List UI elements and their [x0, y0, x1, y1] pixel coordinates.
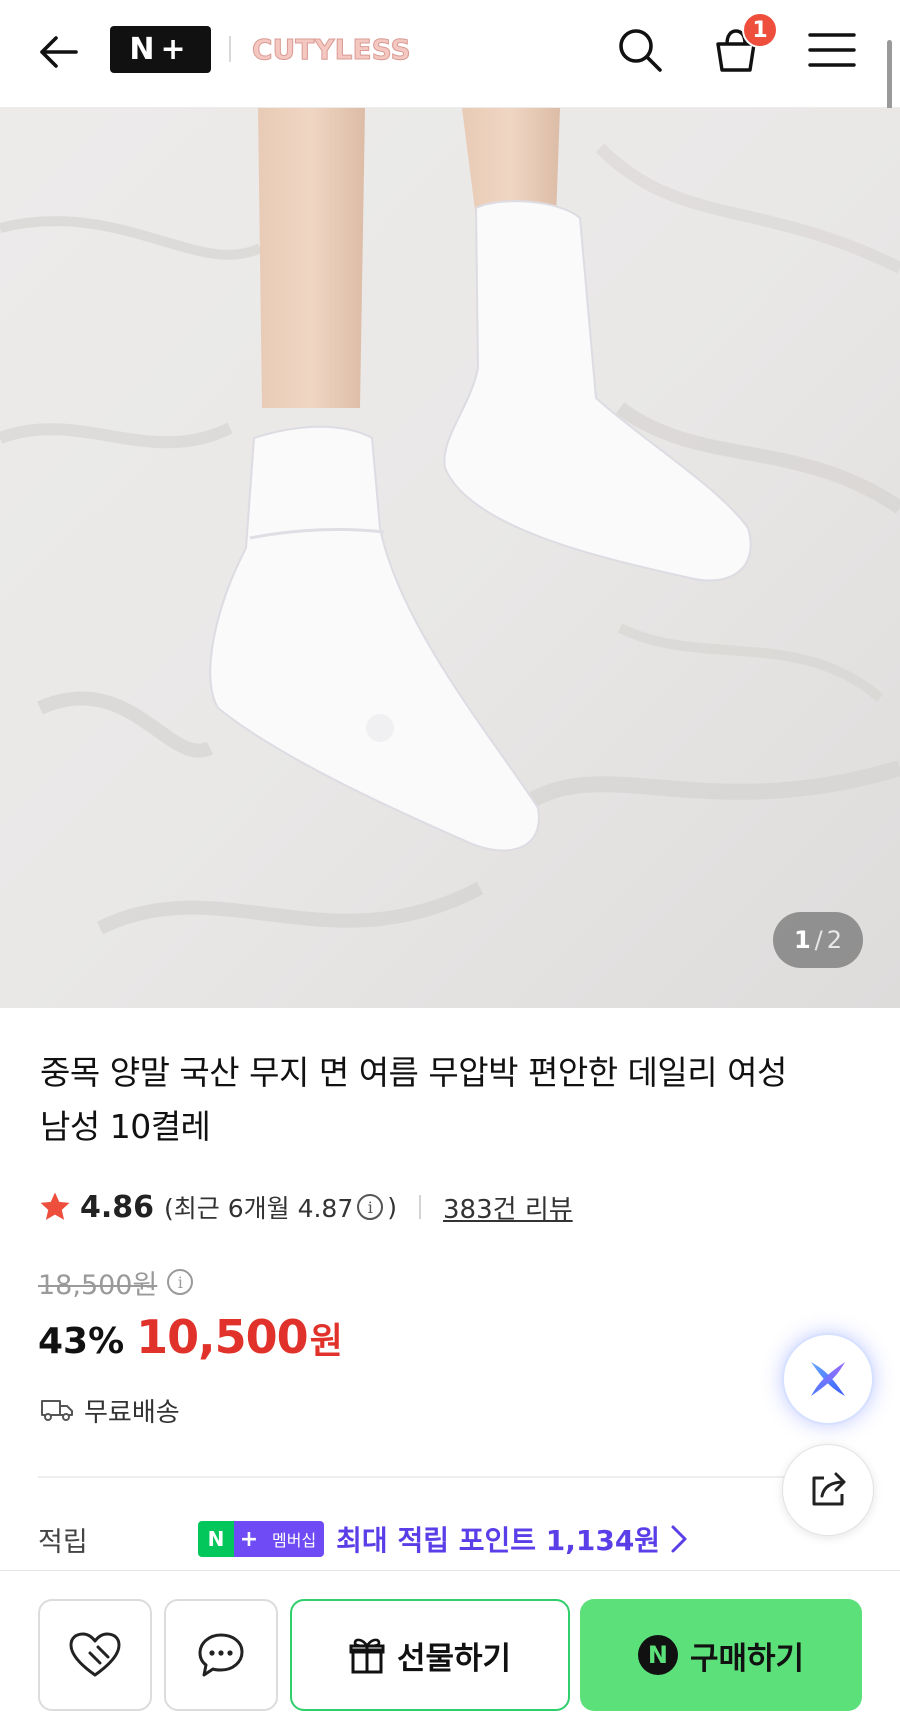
header-divider: [229, 36, 231, 62]
search-button[interactable]: [612, 22, 668, 78]
back-button[interactable]: [32, 26, 84, 78]
store-brand-logo[interactable]: CUTYLESS: [252, 30, 412, 70]
sale-price-row: 43% 10,500 원: [38, 1310, 343, 1370]
talk-talk-button[interactable]: [164, 1599, 278, 1711]
cart-count-badge: 1: [742, 12, 778, 48]
product-photo-illustration: [0, 108, 900, 1008]
image-page-counter: 1 / 2: [773, 912, 863, 968]
buy-button-label: 구매하기: [689, 1640, 805, 1677]
original-price-row: 18,500원 i: [38, 1262, 197, 1302]
wishlist-button[interactable]: [38, 1599, 152, 1711]
membership-badge-n: N: [198, 1521, 234, 1557]
bottom-action-bar: 선물하기 N 구매하기: [0, 1570, 900, 1724]
points-row[interactable]: 적립 N + 멤버십 최대 적립 포인트 1,134원: [38, 1518, 688, 1560]
rating-row: 4.86 (최근 6개월 4.87 i ) 383건 리뷰: [38, 1185, 573, 1229]
rating-separator: [419, 1195, 422, 1219]
membership-badge: N + 멤버십: [198, 1521, 325, 1557]
share-icon: [812, 1472, 846, 1506]
hamburger-menu-icon: [808, 33, 856, 67]
original-price: 18,500원: [38, 1269, 158, 1301]
counter-current: 1: [793, 926, 811, 954]
info-icon[interactable]: i: [357, 1194, 384, 1220]
share-button[interactable]: [782, 1444, 874, 1536]
rating-score: 4.86: [80, 1189, 155, 1225]
shipping-row: 무료배송: [40, 1390, 180, 1430]
arrow-left-icon: [40, 36, 78, 68]
counter-separator: /: [814, 926, 823, 954]
product-image[interactable]: [0, 108, 900, 1008]
naver-pay-icon: N: [637, 1635, 678, 1675]
naver-plus-logo[interactable]: N+: [110, 26, 211, 73]
truck-icon: [40, 1397, 74, 1423]
max-points-text: 최대 적립 포인트 1,134원: [336, 1524, 661, 1557]
product-title: 중목 양말 국산 무지 면 여름 무압박 편안한 데일리 여성 남성 10켤레: [40, 1053, 787, 1146]
membership-badge-text: 멤버십: [264, 1521, 325, 1557]
section-divider: [38, 1476, 862, 1478]
sale-price: 10,500: [136, 1310, 309, 1364]
recent-rating-text: (최근 6개월 4.87: [164, 1194, 354, 1223]
gift-button[interactable]: 선물하기: [290, 1599, 570, 1711]
gift-icon: [349, 1636, 385, 1674]
menu-button[interactable]: [804, 22, 860, 78]
heart-icon: [69, 1632, 121, 1677]
recent-rating-close: ): [387, 1192, 398, 1222]
gift-button-label: 선물하기: [396, 1640, 512, 1677]
chat-bubble-icon: [198, 1633, 244, 1677]
review-count-link[interactable]: 383건 리뷰: [443, 1189, 573, 1226]
top-header: N+ CUTYLESS 1: [0, 0, 900, 190]
search-icon: [619, 29, 662, 72]
ai-sparkle-icon: [811, 1362, 845, 1396]
discount-rate: 43%: [38, 1321, 125, 1362]
counter-total: 2: [826, 926, 843, 954]
star-icon: [40, 1192, 70, 1220]
free-shipping-label: 무료배송: [84, 1397, 180, 1428]
buy-button[interactable]: N 구매하기: [580, 1599, 862, 1711]
chevron-right-icon: [670, 1524, 688, 1554]
price-info-icon[interactable]: i: [167, 1269, 194, 1295]
membership-badge-plus: +: [234, 1521, 264, 1557]
currency-unit: 원: [309, 1321, 343, 1362]
naver-n-logo: N: [637, 1635, 678, 1675]
points-label: 적립: [38, 1526, 88, 1558]
ai-assistant-button[interactable]: [782, 1333, 874, 1425]
